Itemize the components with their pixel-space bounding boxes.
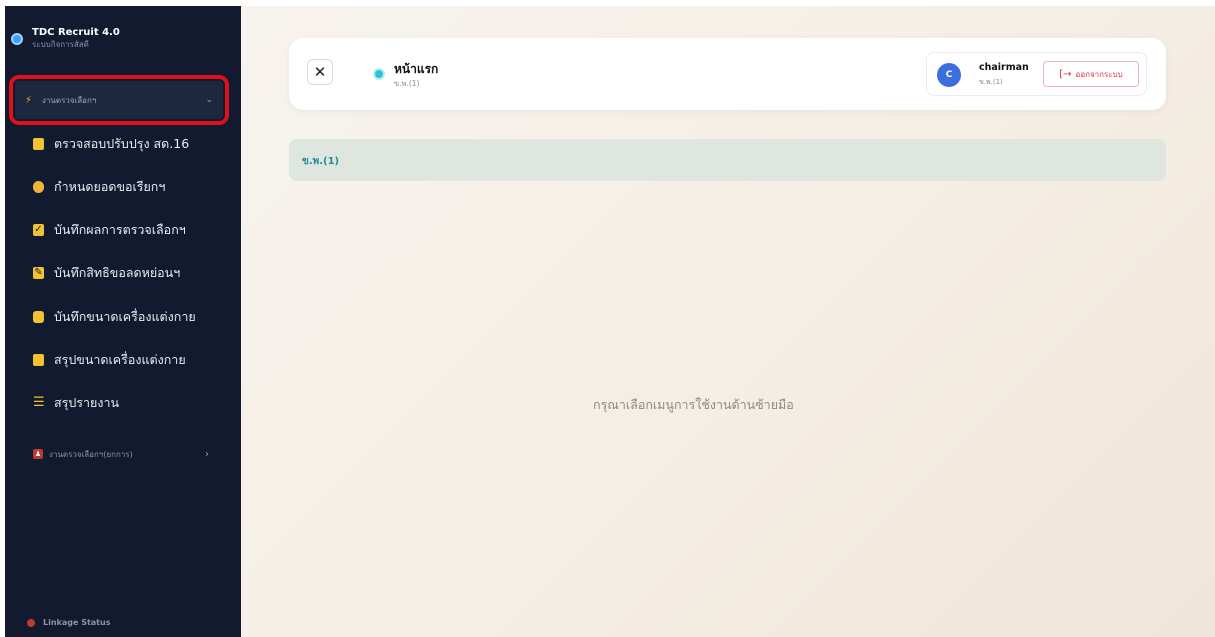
avatar[interactable]: C	[937, 63, 961, 87]
people-icon: ♟	[33, 449, 43, 459]
sidebar-item-label: ตรวจสอบปรับปรุง สด.16	[54, 136, 190, 151]
linkage-status-label: Linkage Status	[43, 618, 111, 627]
logout-icon: [→	[1059, 68, 1072, 80]
sidebar-item-set-call-quota[interactable]: กำหนดยอดขอเรียกฯ	[33, 177, 165, 197]
logout-label: ออกจากระบบ	[1075, 69, 1123, 79]
brand-logo-icon	[11, 33, 23, 45]
hand-icon	[33, 181, 44, 193]
linkage-status[interactable]: Linkage Status	[27, 618, 110, 627]
sidebar-item-record-results[interactable]: ✓ บันทึกผลการตรวจเลือกฯ	[33, 220, 186, 240]
close-icon: ✕	[313, 63, 327, 81]
sidebar-group-label: งานตรวจเลือกฯ	[42, 95, 97, 105]
section-label: ข.พ.(1)	[302, 156, 340, 167]
page-title: หน้าแรก	[394, 62, 439, 76]
bolt-icon: ⚡	[25, 94, 33, 106]
top-bar: ✕ หน้าแรก ข.พ.(1) C chairman ข.พ.(1) [→ …	[289, 38, 1166, 110]
brand[interactable]: TDC Recruit 4.0 ระบบกิจการสัสดี	[11, 26, 120, 51]
section-header: ข.พ.(1)	[289, 139, 1166, 181]
sidebar-item-label: บันทึกขนาดเครื่องแต่งกาย	[54, 309, 196, 324]
main-content: ✕ หน้าแรก ข.พ.(1) C chairman ข.พ.(1) [→ …	[241, 6, 1215, 637]
sidebar: TDC Recruit 4.0 ระบบกิจการสัสดี ⚡ งานตรว…	[5, 6, 241, 637]
checkbox-icon: ✓	[33, 224, 44, 236]
sidebar-item-record-uniform-size[interactable]: บันทึกขนาดเครื่องแต่งกาย	[33, 307, 196, 327]
sidebar-item-label: บันทึกสิทธิขอลดหย่อนฯ	[54, 265, 181, 280]
sidebar-item-label: บันทึกผลการตรวจเลือกฯ	[54, 222, 186, 237]
shirt-icon	[33, 311, 44, 323]
sidebar-item-label: กำหนดยอดขอเรียกฯ	[54, 179, 166, 194]
list-icon: ☰	[33, 395, 45, 410]
close-button[interactable]: ✕	[307, 59, 333, 85]
page-indicator-icon	[373, 68, 385, 80]
document-icon	[33, 354, 44, 366]
chevron-down-icon: ⌄	[205, 95, 213, 105]
sidebar-item-label: สรุปขนาดเครื่องแต่งกาย	[54, 352, 186, 367]
sidebar-item-record-deferment[interactable]: ✎ บันทึกสิทธิขอลดหย่อนฯ	[33, 263, 180, 283]
brand-subtitle: ระบบกิจการสัสดี	[32, 40, 89, 49]
sidebar-item-label: สรุปรายงาน	[54, 395, 120, 410]
brand-title: TDC Recruit 4.0	[32, 27, 120, 38]
sidebar-group-recruit-selection-special[interactable]: ♟ งานตรวจเลือกฯ(ยกการ) ›	[33, 446, 223, 462]
sidebar-item-verify-sd16[interactable]: ตรวจสอบปรับปรุง สด.16	[33, 134, 189, 154]
logout-button[interactable]: [→ ออกจากระบบ	[1043, 61, 1139, 87]
page-subtitle: ข.พ.(1)	[394, 79, 420, 88]
sidebar-item-report-summary[interactable]: ☰ สรุปรายงาน	[33, 393, 119, 413]
user-panel: C chairman ข.พ.(1) [→ ออกจากระบบ	[926, 52, 1147, 96]
status-dot-icon	[27, 618, 35, 627]
edit-icon: ✎	[33, 267, 44, 279]
sidebar-subgroup-label: งานตรวจเลือกฯ(ยกการ)	[49, 449, 133, 459]
sidebar-group-recruit-selection[interactable]: ⚡ งานตรวจเลือกฯ ⌄	[9, 75, 229, 125]
sidebar-item-uniform-summary[interactable]: สรุปขนาดเครื่องแต่งกาย	[33, 350, 186, 370]
chevron-right-icon: ›	[205, 448, 209, 460]
user-name: chairman	[979, 62, 1029, 73]
empty-state-message: กรุณาเลือกเมนูการใช้งานด้านซ้ายมือ	[593, 397, 794, 412]
clipboard-icon	[33, 138, 44, 150]
user-role: ข.พ.(1)	[979, 78, 1003, 86]
